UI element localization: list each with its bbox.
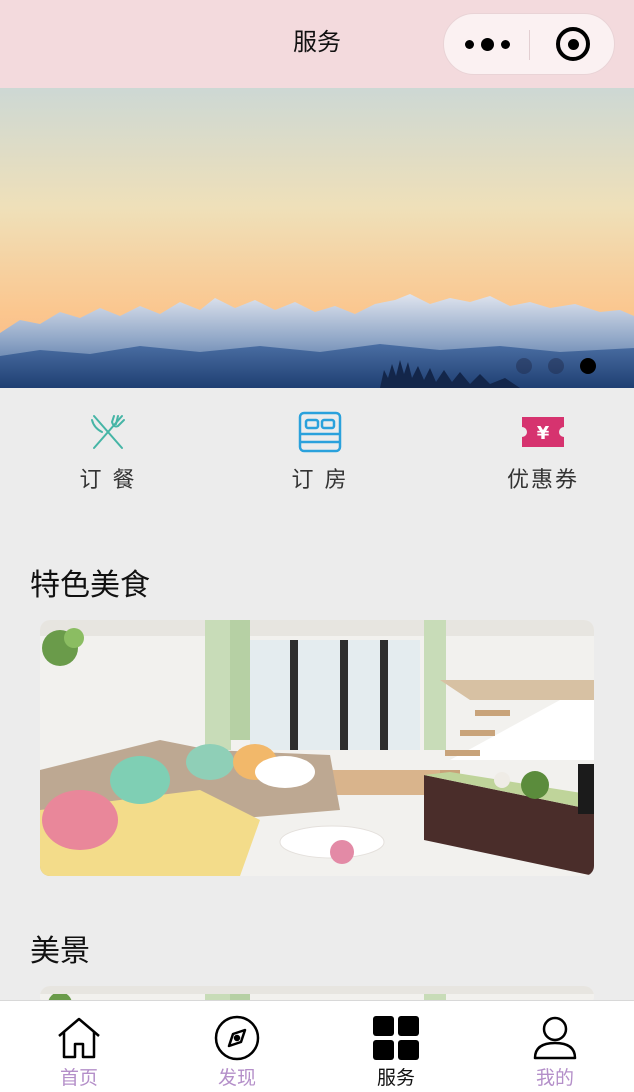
carousel-indicators <box>516 358 596 374</box>
coupon-glyph: ¥ <box>537 423 550 444</box>
tab-bar: 首页 发现 服务 我的 <box>0 1000 634 1092</box>
bed-icon <box>298 411 342 453</box>
service-label: 订 房 <box>291 468 349 493</box>
more-dot-icon <box>464 39 474 49</box>
more-button[interactable] <box>444 14 530 74</box>
featured-food-card[interactable] <box>40 620 594 876</box>
compass-icon <box>214 1015 260 1061</box>
service-coupons[interactable]: ¥ 优惠券 <box>463 410 623 494</box>
close-miniprogram-button[interactable] <box>530 14 616 74</box>
more-dot-icon <box>500 39 510 49</box>
target-icon <box>556 27 590 61</box>
carousel-dot[interactable] <box>548 358 564 374</box>
grid-icon <box>373 1016 419 1060</box>
service-order-food[interactable]: 订 餐 <box>28 410 188 494</box>
more-dot-icon <box>480 37 494 51</box>
service-label: 订 餐 <box>79 468 137 493</box>
carousel-dot-active[interactable] <box>580 358 596 374</box>
section-title: 美景 <box>30 934 90 969</box>
service-grid: 订 餐 订 房 ¥ 优惠券 <box>0 388 634 508</box>
banner-carousel[interactable] <box>0 88 634 388</box>
tab-discover[interactable]: 发现 <box>158 1001 316 1092</box>
tab-home[interactable]: 首页 <box>0 1001 158 1092</box>
mountain-landscape-image <box>0 294 634 388</box>
menu-capsule <box>443 13 615 75</box>
user-icon <box>533 1016 577 1060</box>
tab-label: 我的 <box>535 1067 574 1089</box>
tab-services[interactable]: 服务 <box>317 1001 475 1092</box>
tab-label: 服务 <box>376 1067 415 1089</box>
coupon-icon: ¥ <box>522 417 564 447</box>
tab-mine[interactable]: 我的 <box>476 1001 634 1092</box>
fork-knife-icon <box>91 415 125 449</box>
carousel-dot[interactable] <box>516 358 532 374</box>
section-title: 特色美食 <box>30 568 150 603</box>
tab-label: 发现 <box>217 1067 256 1089</box>
service-book-room[interactable]: 订 房 <box>240 410 400 494</box>
home-icon <box>58 1017 100 1059</box>
nav-header: 服务 <box>0 0 634 88</box>
living-room-image <box>40 620 594 876</box>
tab-label: 首页 <box>59 1067 98 1089</box>
service-label: 优惠券 <box>506 468 579 493</box>
